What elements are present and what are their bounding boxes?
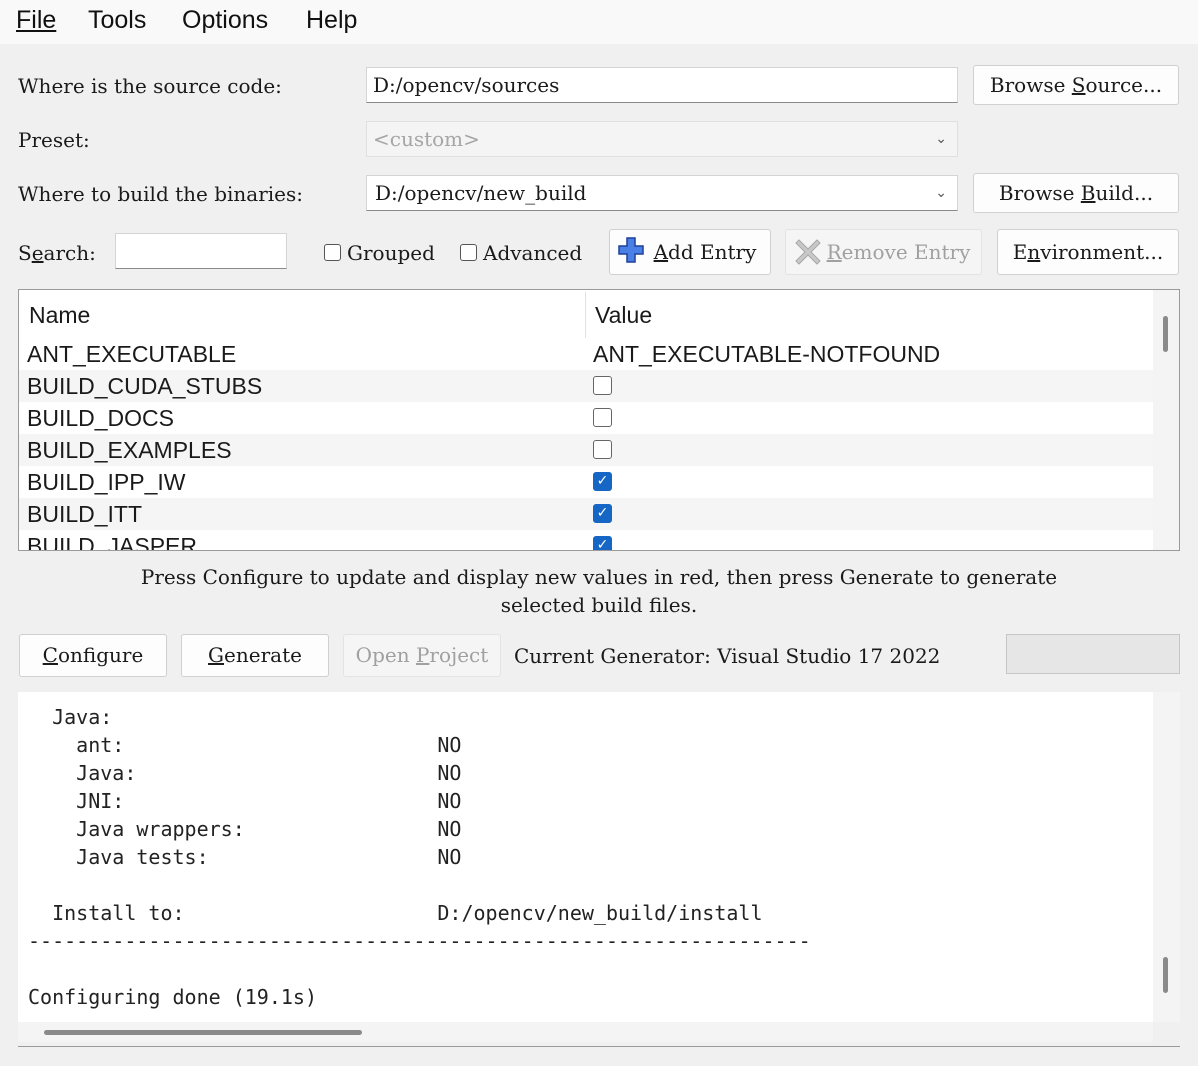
source-path-input[interactable]: D:/opencv/sources	[366, 67, 958, 103]
preset-select: <custom> ⌄	[366, 121, 958, 157]
row-name: BUILD_EXAMPLES	[27, 437, 232, 463]
row-checkbox[interactable]	[593, 408, 612, 427]
row-name: BUILD_IPP_IW	[27, 469, 186, 495]
open-project-button[interactable]: Open Project	[343, 634, 501, 677]
chevron-down-icon: ⌄	[935, 131, 947, 147]
chevron-down-icon[interactable]: ⌄	[935, 176, 947, 210]
build-label: Where to build the binaries:	[18, 182, 304, 206]
progress-bar	[1006, 634, 1180, 674]
log-line: Java wrappers: NO	[28, 817, 462, 841]
row-name: BUILD_DOCS	[27, 405, 174, 431]
log-line: Configuring done (19.1s)	[28, 985, 317, 1009]
header-divider	[585, 292, 586, 338]
search-label: Search:	[18, 241, 96, 265]
log-line: Java tests: NO	[28, 845, 462, 869]
output-border	[18, 1046, 1180, 1047]
configure-button[interactable]: Configure	[19, 634, 167, 677]
hint-line-2: selected build files.	[500, 593, 698, 617]
grouped-checkbox[interactable]: Grouped	[324, 241, 435, 265]
checkmark-icon: ✓	[596, 505, 609, 521]
table-row[interactable]: BUILD_ITT ✓	[19, 498, 1153, 530]
row-checkbox[interactable]: ✓	[593, 504, 612, 523]
output-vertical-scrollbar-thumb[interactable]	[1163, 957, 1168, 993]
output-horizontal-scrollbar-thumb[interactable]	[44, 1030, 362, 1035]
browse-source-button[interactable]: Browse Source...	[973, 65, 1179, 105]
log-line: JNI: NO	[28, 789, 462, 813]
generate-button[interactable]: Generate	[181, 634, 329, 677]
row-checkbox[interactable]: ✓	[593, 472, 612, 491]
grouped-checkbox-box[interactable]	[324, 244, 341, 261]
row-checkbox[interactable]	[593, 376, 612, 395]
menu-tools[interactable]: Tools	[88, 6, 146, 35]
checkmark-icon: ✓	[596, 473, 609, 489]
search-input[interactable]	[115, 233, 287, 269]
column-header-value[interactable]: Value	[595, 302, 652, 329]
row-name: BUILD_CUDA_STUBS	[27, 373, 263, 399]
source-label: Where is the source code:	[18, 74, 282, 98]
menu-help[interactable]: Help	[306, 6, 357, 35]
menu-bar: File Tools Options Help	[0, 0, 1198, 44]
advanced-checkbox-box[interactable]	[460, 244, 477, 261]
build-path-value: D:/opencv/new_build	[375, 181, 587, 205]
row-name: BUILD_JASPER	[27, 533, 198, 551]
advanced-label: Advanced	[483, 241, 583, 265]
column-header-name[interactable]: Name	[29, 302, 90, 329]
output-horizontal-scrollbar[interactable]	[18, 1022, 1153, 1042]
preset-value: <custom>	[373, 127, 480, 151]
table-row[interactable]: BUILD_CUDA_STUBS	[19, 370, 1153, 402]
table-row[interactable]: BUILD_IPP_IW ✓	[19, 466, 1153, 498]
table-row[interactable]: BUILD_EXAMPLES	[19, 434, 1153, 466]
table-scrollbar-thumb[interactable]	[1163, 316, 1168, 352]
grouped-label: Grouped	[347, 241, 435, 265]
table-row[interactable]: ANT_EXECUTABLE ANT_EXECUTABLE-NOTFOUND	[19, 338, 1153, 370]
remove-entry-button[interactable]: Remove Entry	[785, 229, 982, 275]
log-line: ----------------------------------------…	[28, 929, 811, 953]
table-row[interactable]: BUILD_JASPER ✓	[19, 530, 1153, 551]
hint-line-1: Press Configure to update and display ne…	[140, 565, 1058, 589]
advanced-checkbox[interactable]: Advanced	[460, 241, 582, 265]
current-generator-text: Current Generator: Visual Studio 17 2022	[514, 644, 941, 668]
plus-icon	[618, 237, 644, 263]
row-name: BUILD_ITT	[27, 501, 143, 527]
row-checkbox[interactable]	[593, 440, 612, 459]
table-scrollbar[interactable]	[1153, 290, 1179, 550]
x-icon	[795, 239, 821, 265]
menu-options[interactable]: Options	[182, 6, 268, 35]
build-path-combo[interactable]: D:/opencv/new_build ⌄	[366, 175, 958, 211]
row-name: ANT_EXECUTABLE	[27, 341, 237, 367]
environment-button[interactable]: Environment...	[997, 229, 1179, 275]
menu-file[interactable]: File	[16, 6, 56, 35]
output-vertical-scrollbar[interactable]	[1153, 692, 1180, 1022]
cache-table: Name Value ANT_EXECUTABLE ANT_EXECUTABLE…	[18, 289, 1180, 551]
table-row[interactable]: BUILD_DOCS	[19, 402, 1153, 434]
log-line: Java:	[28, 705, 113, 729]
preset-label: Preset:	[18, 128, 90, 152]
log-line: Install to: D:/opencv/new_build/install	[28, 901, 763, 925]
add-entry-button[interactable]: Add Entry	[609, 229, 771, 275]
row-value[interactable]: ANT_EXECUTABLE-NOTFOUND	[593, 341, 940, 368]
row-checkbox[interactable]: ✓	[593, 536, 612, 551]
log-line: Java: NO	[28, 761, 462, 785]
output-log[interactable]: Java: ant: NO Java: NO JNI: NO Java wrap…	[18, 692, 1153, 1022]
checkmark-icon: ✓	[596, 537, 609, 551]
browse-build-button[interactable]: Browse Build...	[973, 173, 1179, 213]
log-line: ant: NO	[28, 733, 462, 757]
